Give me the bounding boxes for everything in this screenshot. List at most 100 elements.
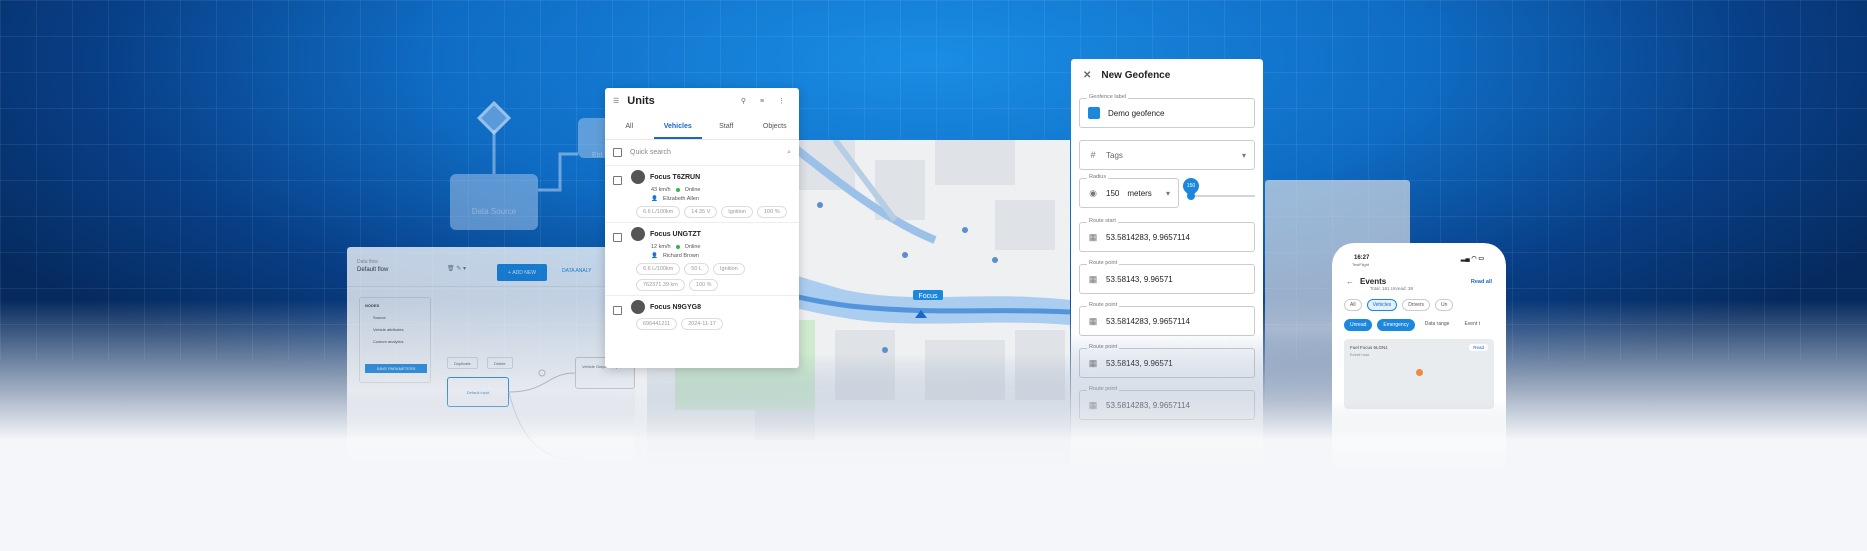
- person-icon: 👤: [651, 196, 658, 202]
- hero-stage: Data Source Ent Data flow Default flow 🗑…: [0, 0, 1867, 551]
- filter-all[interactable]: All: [1344, 299, 1362, 311]
- vehicle-name: Focus N9GYG8: [650, 303, 701, 311]
- filter-sort-more-icons[interactable]: ⚲ ≡ ⋮: [741, 97, 791, 105]
- chip-date-range[interactable]: Data range: [1420, 319, 1455, 331]
- route-value: 53.58143, 9.96571: [1106, 358, 1173, 368]
- events-header: ← Events Read all: [1332, 267, 1506, 286]
- row-checkbox[interactable]: [613, 176, 622, 185]
- slider-track: [1189, 195, 1255, 197]
- voltage-chip: 14.35 V: [684, 206, 718, 218]
- online-dot: [675, 245, 680, 249]
- id-chip: 696441211: [636, 318, 678, 330]
- route-value: 53.5814283, 9.9657114: [1106, 316, 1190, 326]
- data-source-label: Data Source: [471, 207, 517, 216]
- event-map-card[interactable]: Fuel Focus 6LGN1 Event hour Read: [1344, 339, 1494, 409]
- color-swatch[interactable]: [1088, 107, 1100, 119]
- vehicle-name: Focus UNGTZT: [650, 230, 701, 238]
- map-icon: ▦: [1088, 400, 1098, 410]
- read-all-button[interactable]: Read all: [1471, 279, 1492, 285]
- tags-placeholder: Tags: [1106, 150, 1123, 160]
- phone-status-bar: 16:27 ▂▄ ◠ ▭: [1332, 243, 1506, 262]
- field-label: Route start: [1087, 218, 1118, 224]
- route-point-field[interactable]: Route point ▦ 53.5814283, 9.9657114: [1079, 302, 1255, 336]
- tab-vehicles[interactable]: Vehicles: [653, 114, 702, 139]
- search-input[interactable]: Quick search: [630, 149, 671, 156]
- speed-value: 43 km/h: [651, 187, 671, 193]
- geofence-label-field[interactable]: Geofence label Demo geofence: [1079, 94, 1255, 128]
- flow-editor-panel: Data flow Default flow 🗑 ✎ ▾ + ADD NEW D…: [347, 247, 647, 467]
- car-avatar: [631, 227, 645, 241]
- car-avatar: [631, 170, 645, 184]
- search-icon[interactable]: ⌕: [787, 149, 791, 157]
- battery-chip: 100 %: [688, 279, 719, 291]
- flow-connectors: [508, 369, 578, 463]
- filter-vehicles[interactable]: Vehicles: [1366, 299, 1398, 311]
- back-arrow-icon[interactable]: ←: [1346, 277, 1354, 286]
- radius-field[interactable]: Radius ◉ 150 meters ▾: [1079, 174, 1179, 208]
- field-label: Radius: [1087, 174, 1109, 180]
- phone-filter-tabs: All Vehicles Drivers Un: [1332, 291, 1506, 311]
- tab-all[interactable]: All: [605, 114, 654, 139]
- geofence-panel: ✕ New Geofence Geofence label Demo geofe…: [1071, 59, 1263, 479]
- event-read-button[interactable]: Read: [1469, 344, 1488, 351]
- person-icon: 👤: [651, 253, 658, 259]
- filter-more[interactable]: Un: [1435, 299, 1454, 311]
- field-label: Route point: [1087, 386, 1120, 392]
- event-marker-icon: [1416, 369, 1423, 376]
- geofence-header: ✕ New Geofence: [1071, 59, 1263, 92]
- events-title: Events: [1360, 277, 1387, 286]
- car-avatar: [631, 300, 645, 314]
- route-point-field[interactable]: Route point ▦ 53.58143, 9.96571: [1079, 260, 1255, 294]
- tab-staff[interactable]: Staff: [702, 114, 751, 139]
- odometer-chip: 762371.39 km: [636, 279, 685, 291]
- field-label: Route point: [1087, 344, 1120, 350]
- field-label: Route point: [1087, 260, 1120, 266]
- route-value: 53.5814283, 9.9657114: [1106, 400, 1190, 410]
- filter-drivers[interactable]: Drivers: [1402, 299, 1431, 311]
- status-text: Online: [684, 187, 701, 193]
- menu-icon[interactable]: ☰: [613, 97, 619, 105]
- map-icon: ▦: [1088, 274, 1098, 284]
- tank-chip: 50 L: [684, 263, 709, 275]
- phone-time: 16:27: [1354, 255, 1370, 261]
- geofence-title: New Geofence: [1101, 70, 1171, 81]
- row-checkbox[interactable]: [613, 306, 622, 315]
- map-icon: ▦: [1088, 358, 1098, 368]
- field-label: Route point: [1087, 302, 1120, 308]
- vehicle-name: Focus T6ZRUN: [650, 173, 701, 181]
- chip-unread[interactable]: Unread: [1344, 319, 1373, 331]
- vehicle-row[interactable]: Focus N9GYG8 696441211 2024-11-17: [605, 296, 799, 334]
- radius-row: Radius ◉ 150 meters ▾ 150: [1079, 174, 1255, 208]
- chevron-down-icon[interactable]: ▾: [1242, 151, 1246, 160]
- units-search[interactable]: Quick search ⌕: [605, 140, 799, 166]
- select-all-checkbox[interactable]: [613, 148, 622, 157]
- close-icon[interactable]: ✕: [1083, 70, 1091, 81]
- driver-name: Richard Brown: [662, 253, 699, 259]
- online-dot: [675, 188, 680, 192]
- entity-label: Ent: [592, 152, 603, 159]
- diagram-data-source-node: Data Source: [450, 174, 538, 230]
- tab-objects[interactable]: Objects: [751, 114, 800, 139]
- fuel-chip: 6.6 L/100km: [636, 206, 681, 218]
- row-checkbox[interactable]: [613, 233, 622, 242]
- chip-event-type[interactable]: Event t: [1459, 319, 1485, 331]
- event-sub-label: Event hour: [1350, 352, 1370, 357]
- tags-field[interactable]: # Tags ▾: [1079, 140, 1255, 170]
- radius-slider[interactable]: 150: [1179, 174, 1255, 203]
- fuel-chip: 6.6 L/100km: [636, 263, 681, 275]
- radius-icon: ◉: [1089, 188, 1097, 198]
- ignition-chip: Ignition: [721, 206, 753, 218]
- signal-wifi-battery-icons: ▂▄ ◠ ▭: [1460, 256, 1484, 262]
- route-point-field[interactable]: Route point ▦ 53.5814283, 9.9657114: [1079, 386, 1255, 420]
- vehicle-row[interactable]: Focus UNGTZT 12 km/h Online 👤 Richard Brow…: [605, 223, 799, 296]
- hash-icon: #: [1090, 150, 1096, 160]
- chevron-down-icon[interactable]: ▾: [1166, 189, 1170, 198]
- vehicle-row[interactable]: Focus T6ZRUN 43 km/h Online 👤 Elizabeth Al…: [605, 166, 799, 223]
- route-value: 53.58143, 9.96571: [1106, 274, 1173, 284]
- route-point-field[interactable]: Route point ▦ 53.58143, 9.96571: [1079, 344, 1255, 378]
- chip-emergency[interactable]: Emergency: [1377, 319, 1415, 331]
- radius-value: 150: [1106, 188, 1120, 198]
- route-start-field[interactable]: Route start ▦ 53.5814283, 9.9657114: [1079, 218, 1255, 252]
- ignition-chip: Ignition: [713, 263, 745, 275]
- map-icon: ▦: [1088, 232, 1098, 242]
